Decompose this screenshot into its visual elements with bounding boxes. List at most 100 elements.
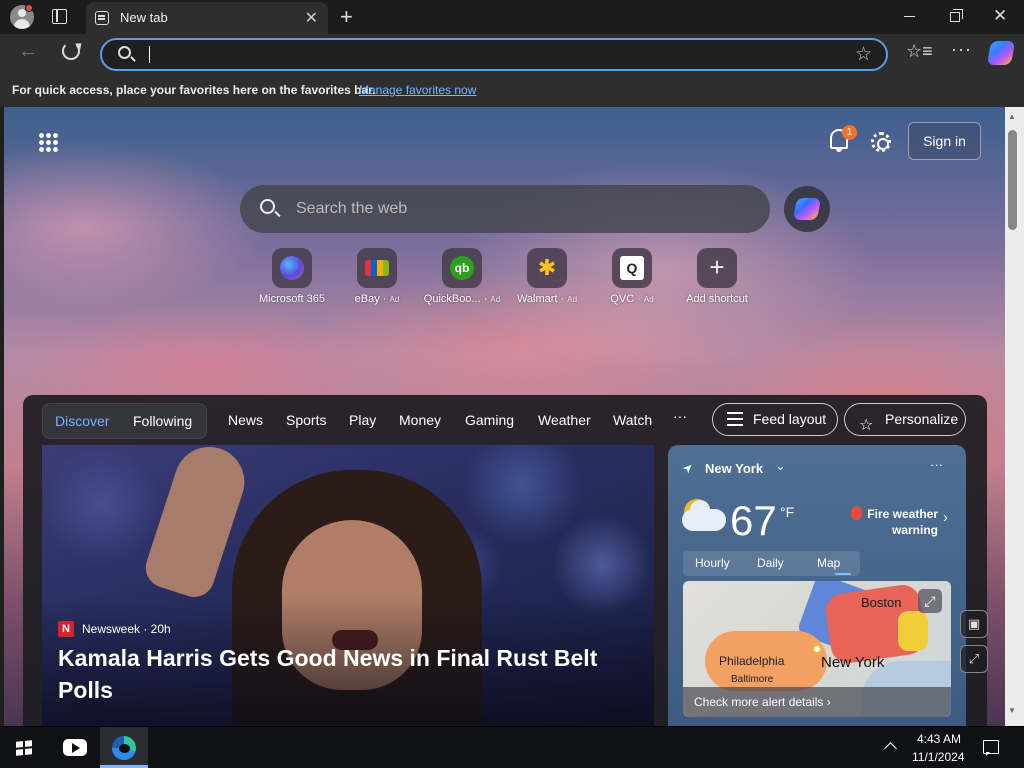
background-image-icon[interactable]: ▣ <box>960 610 988 638</box>
nav-play[interactable]: Play <box>349 412 376 428</box>
nav-watch[interactable]: Watch <box>613 412 652 428</box>
shortcut-label: Microsoft 365 <box>258 293 326 305</box>
quickbooks-icon: qb <box>450 256 474 280</box>
chevron-right-icon[interactable]: › <box>943 509 948 526</box>
weather-tab-hourly[interactable]: Hourly <box>695 556 730 570</box>
youtube-icon[interactable] <box>63 739 87 756</box>
weather-tab-daily[interactable]: Daily <box>757 556 784 570</box>
nav-sports[interactable]: Sports <box>286 412 326 428</box>
weather-more-icon[interactable]: ··· <box>930 457 943 472</box>
selected-tab-indicator <box>835 573 851 575</box>
search-placeholder: Search the web <box>296 200 408 217</box>
action-center-icon[interactable] <box>983 740 999 756</box>
expand-map-icon[interactable]: ⤢ <box>918 589 942 613</box>
text-caret <box>149 46 150 63</box>
shortcut-ebay[interactable]: eBay · Ad <box>332 248 422 308</box>
notification-badge: 1 <box>842 125 857 140</box>
shortcut-microsoft-365[interactable]: Microsoft 365 <box>247 248 337 308</box>
shortcut-tile: Q <box>612 248 652 288</box>
scroll-down-icon[interactable]: ▼ <box>1008 706 1016 715</box>
news-feed: Discover Following News Sports Play Mone… <box>23 395 987 726</box>
sliders-icon <box>727 412 743 426</box>
temperature-unit: °F <box>780 504 795 520</box>
weather-tabs: Hourly Daily Map <box>683 551 860 576</box>
ad-label: Ad <box>643 295 654 304</box>
plus-icon: + <box>709 252 725 282</box>
copilot-search-icon[interactable] <box>784 186 830 232</box>
scroll-thumb[interactable] <box>1008 130 1017 230</box>
taskbar: 4:43 AM 11/1/2024 <box>0 727 1024 768</box>
shortcut-label: Walmart · Ad <box>516 293 578 305</box>
weather-location[interactable]: New York <box>705 461 763 476</box>
map-label-baltimore: Baltimore <box>731 674 774 685</box>
cloud-icon <box>682 500 726 531</box>
map-label-new-york: New York <box>821 654 885 671</box>
shortcut-tile: + <box>697 248 737 288</box>
weather-alert[interactable]: Fire weather warning <box>864 506 938 538</box>
newsweek-logo-icon: N <box>58 621 74 637</box>
shortcut-label: QuickBoo... · Ad <box>423 293 501 305</box>
feed-layout-label: Feed layout <box>753 411 827 427</box>
show-hidden-icons-icon[interactable] <box>884 742 897 755</box>
nav-weather[interactable]: Weather <box>538 412 591 428</box>
clock-time[interactable]: 4:43 AM <box>917 732 961 746</box>
hero-news-card[interactable]: N Newsweek · 20h Kamala Harris Gets Good… <box>42 445 654 726</box>
ad-label: Ad <box>490 295 501 304</box>
fullscreen-expand-icon[interactable]: ⤢ <box>960 645 988 673</box>
scroll-up-icon[interactable]: ▲ <box>1008 112 1016 121</box>
news-headline[interactable]: Kamala Harris Gets Good News in Final Ru… <box>58 642 618 706</box>
nav-gaming[interactable]: Gaming <box>465 412 514 428</box>
nav-news[interactable]: News <box>228 412 263 428</box>
shortcut-quickbooks[interactable]: qb QuickBoo... · Ad <box>417 248 507 308</box>
map-alert-region <box>898 611 928 651</box>
shortcut-qvc[interactable]: Q QVC · Ad <box>587 248 677 308</box>
new-tab-plus-icon[interactable]: + <box>340 4 353 30</box>
restore-icon[interactable] <box>950 9 963 22</box>
tab-actions-icon[interactable] <box>52 9 67 24</box>
search-icon <box>260 199 275 214</box>
add-shortcut-button[interactable]: + Add shortcut <box>672 248 762 308</box>
shortcut-label: eBay · Ad <box>354 293 400 305</box>
favorites-bar: For quick access, place your favorites h… <box>0 74 1024 107</box>
favorites-bar-text: For quick access, place your favorites h… <box>12 83 376 97</box>
nav-money[interactable]: Money <box>399 412 441 428</box>
windows-start-icon[interactable] <box>16 740 32 756</box>
sign-in-button[interactable]: Sign in <box>908 122 981 160</box>
edge-browser-icon[interactable] <box>112 736 136 760</box>
feed-layout-button[interactable]: Feed layout <box>712 403 838 436</box>
copilot-icon[interactable] <box>986 41 1016 65</box>
refresh-icon[interactable] <box>62 42 80 60</box>
map-label-philadelphia: Philadelphia <box>719 654 785 668</box>
clock-date[interactable]: 11/1/2024 <box>912 750 965 764</box>
shortcut-walmart[interactable]: ✱ Walmart · Ad <box>502 248 592 308</box>
weather-tab-map[interactable]: Map <box>817 556 840 570</box>
nav-more-icon[interactable]: ··· <box>673 408 687 424</box>
personalize-button[interactable]: ☆ Personalize <box>844 403 966 436</box>
settings-gear-icon[interactable] <box>871 132 891 152</box>
tab-discover[interactable]: Discover <box>55 413 109 429</box>
alert-details-bar[interactable]: Check more alert details › <box>683 687 951 717</box>
more-options-icon[interactable]: ··· <box>951 39 972 60</box>
shortcut-tile <box>272 248 312 288</box>
tab-following[interactable]: Following <box>133 413 192 429</box>
favorites-icon[interactable]: ☆≡ <box>906 41 933 62</box>
weather-card[interactable]: ➤ New York ⌄ ··· 67 °F Fire weather warn… <box>668 445 966 726</box>
shortcut-tile: ✱ <box>527 248 567 288</box>
manage-favorites-link[interactable]: Manage favorites now <box>359 83 476 97</box>
title-bar: New tab ✕ + ✕ <box>0 0 1024 34</box>
browser-tab[interactable]: New tab ✕ <box>86 2 328 34</box>
browser-toolbar: ← ☆ ☆≡ ··· <box>0 34 1024 74</box>
fire-icon <box>851 506 862 520</box>
back-arrow-icon[interactable]: ← <box>18 40 38 63</box>
tab-close-icon[interactable]: ✕ <box>305 8 318 28</box>
close-window-icon[interactable]: ✕ <box>993 6 1007 26</box>
microsoft-365-icon <box>280 256 304 280</box>
chevron-down-icon[interactable]: ⌄ <box>775 458 786 474</box>
app-launcher-icon[interactable] <box>38 132 58 152</box>
web-search-box[interactable]: Search the web <box>240 185 770 233</box>
address-bar[interactable]: ☆ <box>100 38 888 71</box>
favorite-star-icon[interactable]: ☆ <box>855 43 872 66</box>
weather-map[interactable]: Boston New York Philadelphia Baltimore ⤢… <box>683 581 951 717</box>
minimize-icon[interactable] <box>904 16 915 17</box>
alert-details-link[interactable]: Check more alert details › <box>694 695 831 709</box>
